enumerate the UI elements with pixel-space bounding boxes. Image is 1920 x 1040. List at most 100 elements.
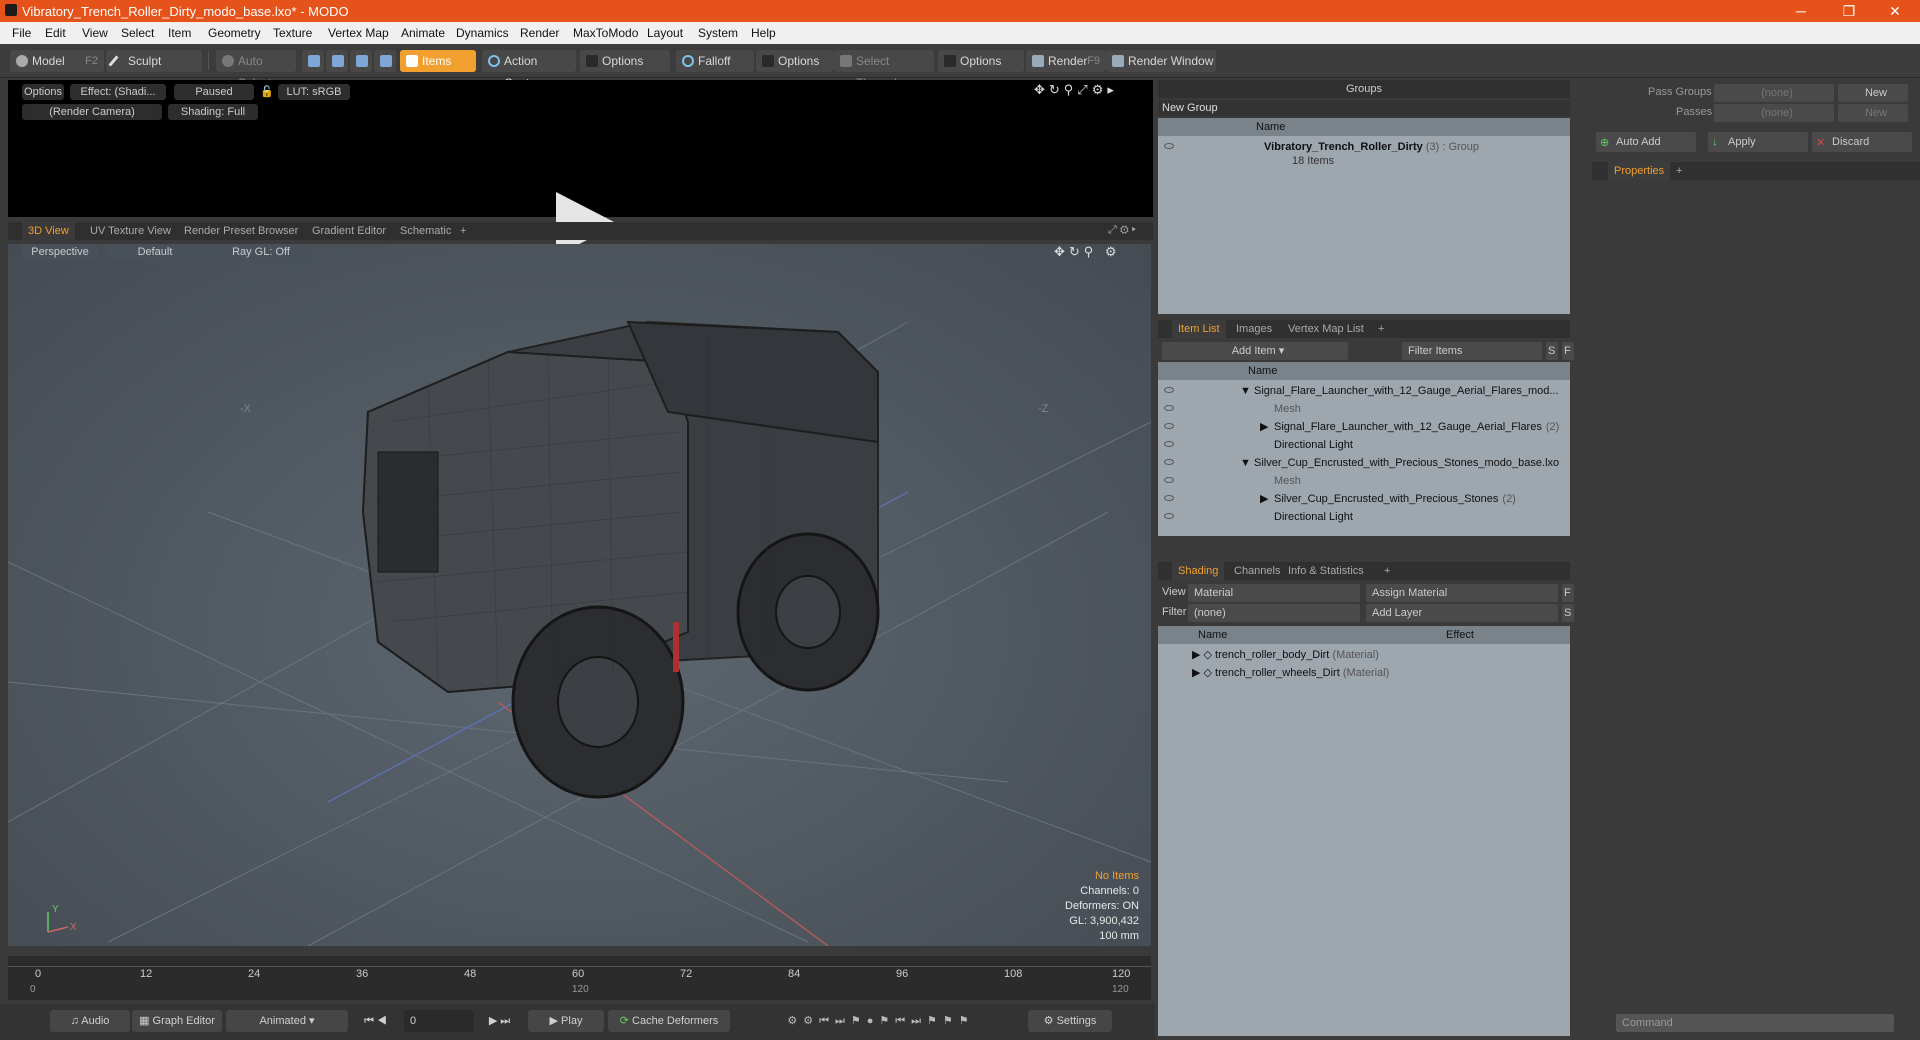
menu-select[interactable]: Select xyxy=(121,26,154,40)
shading-f-button[interactable]: F xyxy=(1562,584,1574,602)
menu-dynamics[interactable]: Dynamics xyxy=(456,26,509,40)
filter-dropdown[interactable]: (none) xyxy=(1188,604,1360,622)
shading-s-button[interactable]: S xyxy=(1562,604,1574,622)
add-shading-tab-button[interactable]: + xyxy=(1378,562,1396,580)
forward-buttons[interactable]: ▶⏭ xyxy=(478,1010,524,1032)
expand-arrow-icon[interactable]: ▼ xyxy=(1240,382,1254,400)
new-pass-button[interactable]: New xyxy=(1838,104,1908,122)
eye-icon[interactable] xyxy=(1164,143,1174,149)
expand-arrow-icon[interactable]: ▼ xyxy=(1240,454,1254,472)
item-list-row[interactable]: ▼ Silver_Cup_Encrusted_with_Precious_Ston… xyxy=(1158,454,1570,472)
eye-icon[interactable] xyxy=(1164,495,1174,501)
tab-gradient-editor[interactable]: Gradient Editor xyxy=(306,222,392,240)
menu-maxtomodo[interactable]: MaxToModo xyxy=(573,26,638,40)
minimize-button[interactable]: ─ xyxy=(1780,0,1822,22)
discard-button[interactable]: Discard xyxy=(1812,132,1912,152)
add-item-dropdown[interactable]: Add Item ▾ xyxy=(1162,342,1348,360)
graph-editor-button[interactable]: ▦ Graph Editor xyxy=(132,1010,222,1032)
item-list-row[interactable]: Directional Light xyxy=(1158,436,1570,454)
preview-paused-button[interactable]: Paused xyxy=(174,84,254,100)
eye-icon[interactable] xyxy=(1164,513,1174,519)
item-list-row[interactable]: ▼ Signal_Flare_Launcher_with_12_Gauge_Aer… xyxy=(1158,382,1570,400)
items-mode-button[interactable]: Items xyxy=(400,50,476,72)
menu-system[interactable]: System xyxy=(698,26,738,40)
render-camera-dropdown[interactable]: (Render Camera) xyxy=(22,104,162,120)
key-tools-icons[interactable]: ⚙⚙⏮⏭⚑●⚑⏮⏭⚑⚑⚑ xyxy=(736,1010,1026,1032)
rewind-buttons[interactable]: ⏮◀ xyxy=(352,1010,402,1032)
expand-arrow-icon[interactable]: ▶ xyxy=(1260,490,1274,508)
eye-icon[interactable] xyxy=(1164,387,1174,393)
falloff-options-button[interactable]: Options xyxy=(756,50,834,72)
action-center-button[interactable]: Action Center xyxy=(482,50,576,90)
item-list-row[interactable]: ▶ Silver_Cup_Encrusted_with_Precious_Ston… xyxy=(1158,490,1570,508)
pass-groups-dropdown[interactable]: (none) xyxy=(1714,84,1834,102)
add-properties-tab-button[interactable]: + xyxy=(1670,162,1688,180)
maximize-button[interactable]: ❐ xyxy=(1828,0,1870,22)
render-window-button[interactable]: Render Window xyxy=(1106,50,1216,72)
apply-button[interactable]: Apply xyxy=(1708,132,1808,152)
menu-file[interactable]: File xyxy=(12,26,31,40)
perspective-dropdown[interactable]: Perspective xyxy=(22,244,98,260)
viewport-expand-icon[interactable]: ⤢ ⚙ ▸ xyxy=(1108,224,1136,237)
itemlist-s-button[interactable]: S xyxy=(1546,342,1558,360)
add-panel-tab-button[interactable]: + xyxy=(1372,320,1390,338)
add-tab-button[interactable]: + xyxy=(454,222,472,240)
expand-arrow-icon[interactable]: ▶ xyxy=(1260,418,1274,436)
preview-options-button[interactable]: Options xyxy=(22,84,64,100)
tab-channels[interactable]: Channels xyxy=(1228,562,1286,580)
tab-item-list[interactable]: Item List xyxy=(1172,320,1226,338)
vertices-mode-button[interactable] xyxy=(302,50,324,72)
tab-info-statistics[interactable]: Info & Statistics xyxy=(1282,562,1370,580)
tab-schematic[interactable]: Schematic xyxy=(394,222,457,240)
model-mode-button[interactable]: Model F2 xyxy=(10,50,104,72)
eye-icon[interactable] xyxy=(1164,459,1174,465)
passes-dropdown[interactable]: (none) xyxy=(1714,104,1834,122)
menu-animate[interactable]: Animate xyxy=(401,26,445,40)
item-list-row[interactable]: Mesh xyxy=(1158,472,1570,490)
tab-properties[interactable]: Properties xyxy=(1608,162,1671,180)
settings-button[interactable]: ⚙ Settings xyxy=(1028,1010,1112,1032)
preview-nav-icons[interactable]: ✥↻⚲⤢⚙▸ xyxy=(1034,82,1118,98)
assign-material-button[interactable]: Assign Material xyxy=(1366,584,1558,602)
itemlist-f-button[interactable]: F xyxy=(1562,342,1574,360)
play-button[interactable]: ▶ Play xyxy=(528,1010,604,1032)
action-center-options-button[interactable]: Options xyxy=(580,50,670,72)
menu-vertex-map[interactable]: Vertex Map xyxy=(328,26,389,40)
falloff-button[interactable]: Falloff xyxy=(676,50,754,72)
tab-uv-texture-view[interactable]: UV Texture View xyxy=(84,222,177,240)
item-list-row[interactable]: Mesh xyxy=(1158,400,1570,418)
animated-dropdown[interactable]: Animated ▾ xyxy=(226,1010,348,1032)
menu-item[interactable]: Item xyxy=(168,26,191,40)
eye-icon[interactable] xyxy=(1164,441,1174,447)
filter-items-input[interactable]: Filter Items xyxy=(1402,342,1542,360)
menu-texture[interactable]: Texture xyxy=(273,26,312,40)
new-pass-group-button[interactable]: New xyxy=(1838,84,1908,102)
sculpt-mode-button[interactable]: Sculpt xyxy=(106,50,202,72)
select-through-options-button[interactable]: Options xyxy=(938,50,1024,72)
timeline[interactable]: 0 12 24 36 48 60 72 84 96 108 120 0 120 … xyxy=(8,956,1151,1000)
close-button[interactable]: ✕ xyxy=(1874,0,1916,22)
item-list-row[interactable]: ▶ Signal_Flare_Launcher_with_12_Gauge_Aer… xyxy=(1158,418,1570,436)
render-button[interactable]: Render F9 xyxy=(1026,50,1106,72)
materials-mode-button[interactable] xyxy=(374,50,396,72)
raygl-dropdown[interactable]: Ray GL: Off xyxy=(212,244,310,260)
tab-3d-view[interactable]: 3D View xyxy=(22,222,75,240)
cache-deformers-button[interactable]: ⟳ Cache Deformers xyxy=(608,1010,730,1032)
view-dropdown[interactable]: Material xyxy=(1188,584,1360,602)
menu-help[interactable]: Help xyxy=(751,26,776,40)
menu-render[interactable]: Render xyxy=(520,26,559,40)
lut-dropdown[interactable]: LUT: sRGB xyxy=(278,84,350,100)
polygons-mode-button[interactable] xyxy=(350,50,372,72)
menu-layout[interactable]: Layout xyxy=(647,26,683,40)
default-dropdown[interactable]: Default xyxy=(106,244,204,260)
3d-viewport[interactable]: Perspective Default Ray GL: Off ✥↻⚲ ⚙ -X… xyxy=(8,244,1151,946)
frame-field[interactable]: 0 xyxy=(404,1010,474,1032)
eye-icon[interactable] xyxy=(1164,405,1174,411)
add-layer-dropdown[interactable]: Add Layer xyxy=(1366,604,1558,622)
auto-add-button[interactable]: Auto Add xyxy=(1596,132,1696,152)
menu-view[interactable]: View xyxy=(82,26,108,40)
audio-button[interactable]: ♫ Audio xyxy=(50,1010,130,1032)
menu-edit[interactable]: Edit xyxy=(45,26,66,40)
tab-shading[interactable]: Shading xyxy=(1172,562,1225,580)
lock-icon[interactable]: 🔓 xyxy=(260,84,274,100)
